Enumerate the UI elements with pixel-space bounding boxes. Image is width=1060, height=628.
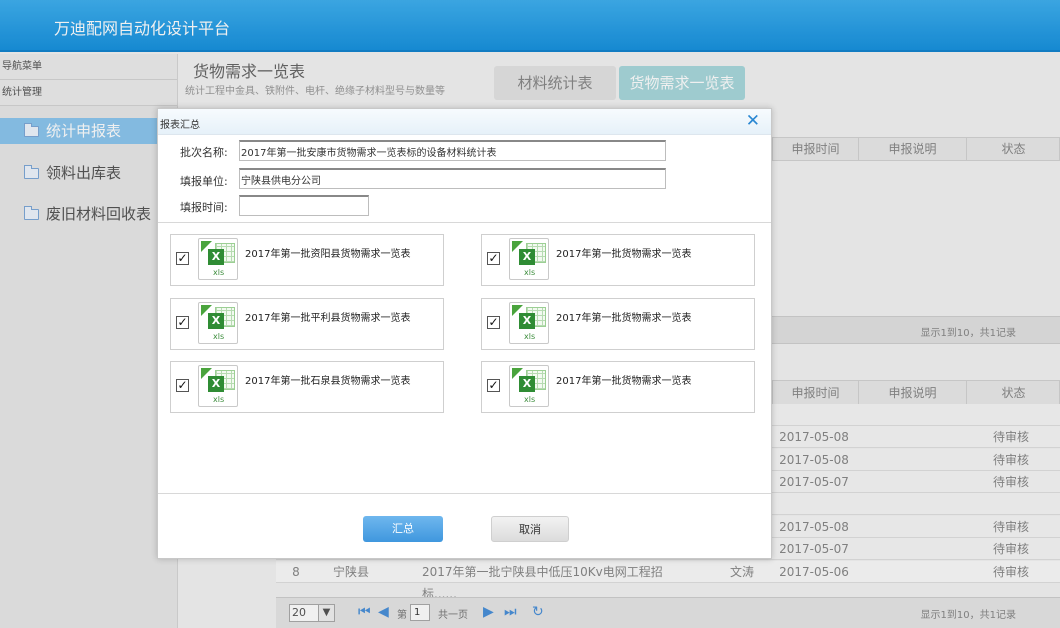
file-checkbox[interactable]: ✓ [487,379,500,392]
excel-file-icon: Xxls [509,365,549,407]
file-checkbox[interactable]: ✓ [176,379,189,392]
batch-name-label: 批次名称: [180,146,228,159]
file-label: 2017年第一批货物需求一览表 [556,376,692,387]
excel-file-icon: Xxls [198,238,238,280]
divider [158,493,771,494]
excel-file-icon: Xxls [509,238,549,280]
excel-file-icon: Xxls [198,365,238,407]
file-card[interactable]: ✓ Xxls 2017年第一批货物需求一览表 [481,234,755,286]
file-card[interactable]: ✓ Xxls 2017年第一批平利县货物需求一览表 [170,298,444,350]
file-label: 2017年第一批平利县货物需求一览表 [245,313,411,324]
file-checkbox[interactable]: ✓ [487,252,500,265]
dialog-header: 报表汇总 ✕ [158,109,771,135]
close-icon[interactable]: ✕ [746,111,760,131]
summarize-button[interactable]: 汇总 [363,516,443,542]
file-checkbox[interactable]: ✓ [176,252,189,265]
file-card[interactable]: ✓ Xxls 2017年第一批货物需求一览表 [481,361,755,413]
file-label: 2017年第一批资阳县货物需求一览表 [245,249,411,260]
file-card[interactable]: ✓ Xxls 2017年第一批货物需求一览表 [481,298,755,350]
file-label: 2017年第一批货物需求一览表 [556,313,692,324]
dialog-title: 报表汇总 [160,120,200,131]
file-card[interactable]: ✓ Xxls 2017年第一批资阳县货物需求一览表 [170,234,444,286]
report-summary-dialog: 报表汇总 ✕ 批次名称: 填报单位: 填报时间: ✓ Xxls 2017年第一批… [157,108,772,559]
time-label: 填报时间: [180,201,228,214]
file-label: 2017年第一批石泉县货物需求一览表 [245,376,411,387]
time-input[interactable] [239,195,369,216]
cancel-button[interactable]: 取消 [491,516,569,542]
unit-input[interactable] [239,168,666,189]
unit-label: 填报单位: [180,175,228,188]
file-card[interactable]: ✓ Xxls 2017年第一批石泉县货物需求一览表 [170,361,444,413]
file-checkbox[interactable]: ✓ [176,316,189,329]
file-label: 2017年第一批货物需求一览表 [556,249,692,260]
batch-name-input[interactable] [239,140,666,161]
divider [158,222,771,223]
excel-file-icon: Xxls [509,302,549,344]
file-checkbox[interactable]: ✓ [487,316,500,329]
excel-file-icon: Xxls [198,302,238,344]
